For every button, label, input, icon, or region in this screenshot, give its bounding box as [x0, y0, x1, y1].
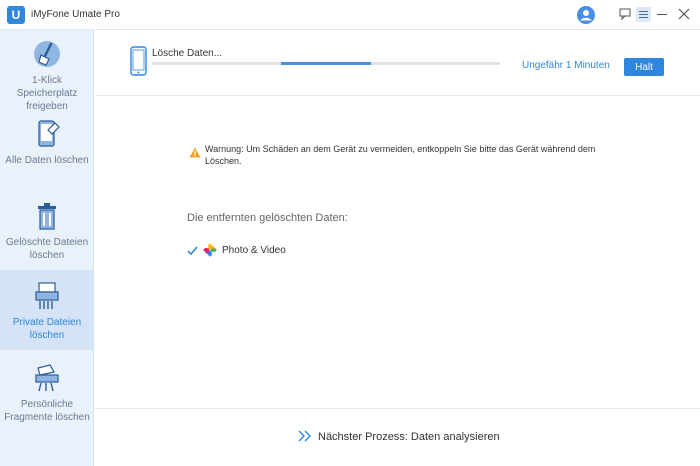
sidebar-item-label: Private Dateien löschen — [12, 317, 82, 341]
phone-icon — [130, 46, 147, 76]
warning-text: Warnung: Um Schäden an dem Gerät zu verm… — [205, 144, 596, 166]
close-icon[interactable] — [677, 7, 691, 21]
fragment-shredder-icon — [35, 364, 59, 392]
double-chevron-right-icon — [298, 430, 311, 442]
sidebar-item-speicherplatz[interactable]: 1-Klick Speicherplatz freigeben — [0, 38, 94, 118]
sidebar-item-private-dateien[interactable]: Private Dateien löschen — [0, 270, 94, 350]
sidebar-item-label: Alle Daten löschen — [5, 155, 89, 166]
sidebar: 1-Klick Speicherplatz freigeben Alle Dat… — [0, 30, 94, 466]
user-account-icon[interactable] — [577, 6, 595, 24]
progress-fill — [280, 62, 372, 65]
check-icon — [187, 246, 198, 256]
app-title: iMyFone Umate Pro — [31, 9, 120, 20]
app-logo: U — [7, 6, 25, 24]
phone-eraser-icon — [38, 120, 60, 147]
trash-icon — [38, 203, 56, 230]
sidebar-item-label: Persönliche Fragmente löschen — [4, 399, 90, 423]
warning-icon — [189, 147, 201, 158]
title-bar: U iMyFone Umate Pro — [0, 0, 700, 30]
progress-label: Lösche Daten... — [152, 48, 223, 59]
progress-bar — [152, 62, 500, 65]
sidebar-item-label: 1-Klick Speicherplatz freigeben — [16, 75, 78, 112]
deleted-item-label: Photo & Video — [222, 245, 286, 256]
footer: Nächster Prozess: Daten analysieren — [95, 408, 700, 466]
halt-button[interactable]: Halt — [624, 58, 664, 76]
minimize-icon[interactable] — [657, 14, 667, 15]
menu-icon[interactable] — [636, 7, 651, 22]
sidebar-item-alle-daten[interactable]: Alle Daten löschen — [0, 118, 94, 198]
shredder-icon — [35, 282, 59, 309]
feedback-icon[interactable] — [619, 8, 631, 20]
eta-text: Ungefähr 1 Minuten — [522, 60, 610, 71]
deleted-data-heading: Die entfernten gelöschten Daten: — [187, 212, 348, 224]
sidebar-item-persoenliche-fragmente[interactable]: Persönliche Fragmente löschen — [0, 362, 94, 454]
broom-icon — [34, 41, 60, 67]
progress-header: Lösche Daten... Ungefähr 1 Minuten Halt — [95, 30, 700, 96]
photos-icon — [203, 243, 217, 257]
sidebar-item-label: Gelöschte Dateien löschen — [5, 237, 89, 261]
next-process-text: Nächster Prozess: Daten analysieren — [318, 431, 500, 443]
